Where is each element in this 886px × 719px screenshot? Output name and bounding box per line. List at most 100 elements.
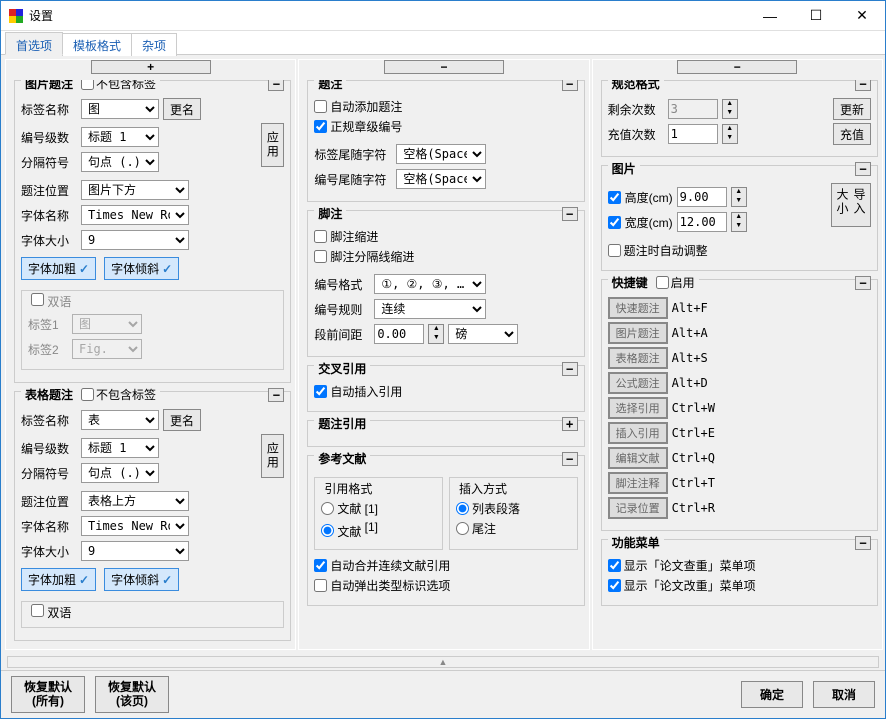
footer: 恢复默认(所有) 恢复默认(该页) 确定 取消 <box>1 670 885 718</box>
col3-body[interactable]: 规范格式− 剩余次数 ▲▼ 更新 充值次数 ▲▼ 充值 图片− 高度(cm) <box>593 80 882 649</box>
sel-tbl-pos[interactable]: 表格上方 <box>81 491 189 511</box>
collapse-button[interactable]: − <box>855 276 871 290</box>
tab-preferences[interactable]: 首选项 <box>5 32 63 55</box>
collapse-button[interactable]: − <box>562 207 578 221</box>
num-recharge[interactable] <box>668 124 718 144</box>
sel-tbl-numlevel[interactable]: 标题 1 <box>81 438 159 458</box>
group-references: 参考文献− 引用格式 文献 [1] 文献 [1] 插入方式 列表段落 尾注 自动… <box>307 455 584 606</box>
col2-body[interactable]: 题注− 自动添加题注 正规章级编号 标签尾随字符空格(Space 编号尾随字符空… <box>299 80 588 649</box>
col1-body[interactable]: 图片题注 不包含标签 − 标签名称 图 更名 编号级数标题 1 分隔符号句点 (… <box>6 80 295 649</box>
sel-img-numlevel[interactable]: 标题 1 <box>81 127 159 147</box>
sel-fn-rule[interactable]: 连续 <box>374 299 486 319</box>
hk-btn-9[interactable]: 记录位置 <box>608 497 668 519</box>
btn-update[interactable]: 更新 <box>833 98 871 120</box>
col3-collapse-button[interactable]: − <box>677 60 797 74</box>
collapse-button[interactable]: − <box>855 162 871 176</box>
collapse-button[interactable]: − <box>562 452 578 466</box>
hk-btn-4[interactable]: 公式题注 <box>608 372 668 394</box>
btn-rename-tbl[interactable]: 更名 <box>163 409 201 431</box>
chk-enable-hotkeys[interactable] <box>656 276 669 289</box>
tab-template[interactable]: 模板格式 <box>62 33 132 56</box>
col2-collapse-button[interactable]: − <box>384 60 504 74</box>
collapse-button[interactable]: − <box>562 362 578 376</box>
collapse-button[interactable]: − <box>855 536 871 550</box>
sel-img-font[interactable]: Times New Roma <box>81 205 189 225</box>
chk-regular-num[interactable] <box>314 120 327 133</box>
group-format: 规范格式− 剩余次数 ▲▼ 更新 充值次数 ▲▼ 充值 <box>601 80 878 157</box>
sel-fn-format[interactable]: ①, ②, ③, … <box>374 274 486 294</box>
toggle-tbl-italic[interactable]: 字体倾斜✓ <box>104 568 179 591</box>
hk-btn-3[interactable]: 表格题注 <box>608 347 668 369</box>
sel-fn-unit[interactable]: 磅 <box>448 324 518 344</box>
radio-cite-super[interactable] <box>321 524 334 537</box>
resize-handle[interactable]: ▲ <box>7 656 879 668</box>
chk-bilingual-tbl[interactable] <box>31 604 44 617</box>
btn-apply-tbl[interactable]: 应用 <box>261 434 284 478</box>
chk-menu1[interactable] <box>608 559 621 572</box>
hk-btn-5[interactable]: 选择引用 <box>608 397 668 419</box>
chk-auto-add[interactable] <box>314 100 327 113</box>
btn-cancel[interactable]: 取消 <box>813 681 875 708</box>
btn-apply-img[interactable]: 应用 <box>261 123 284 167</box>
sel-img-sep[interactable]: 句点 (.) <box>81 152 159 172</box>
num-height[interactable] <box>677 187 727 207</box>
num-fn-space[interactable] <box>374 324 424 344</box>
toggle-img-italic[interactable]: 字体倾斜✓ <box>104 257 179 280</box>
collapse-button[interactable]: − <box>855 80 871 91</box>
sel-img-label[interactable]: 图 <box>81 99 159 119</box>
sel-img-fontsize[interactable]: 9 <box>81 230 189 250</box>
btn-import-size[interactable]: 导入大小 <box>831 183 871 227</box>
chk-bilingual-img[interactable] <box>31 293 44 306</box>
chk-menu2[interactable] <box>608 579 621 592</box>
window-title: 设置 <box>29 7 747 24</box>
sel-number-trail[interactable]: 空格(Space <box>396 169 486 189</box>
spin-height[interactable]: ▲▼ <box>731 187 747 207</box>
radio-endnote[interactable] <box>456 522 469 535</box>
spin-fn-space[interactable]: ▲▼ <box>428 324 444 344</box>
collapse-button[interactable]: − <box>562 80 578 91</box>
chk-width[interactable] <box>608 216 621 229</box>
hk-btn-1[interactable]: 快速题注 <box>608 297 668 319</box>
sel-label-trail[interactable]: 空格(Space <box>396 144 486 164</box>
chk-no-label-img[interactable] <box>81 80 94 90</box>
group-caption-ref: 题注引用+ <box>307 420 584 447</box>
sel-tbl-label[interactable]: 表 <box>81 410 159 430</box>
chk-height[interactable] <box>608 191 621 204</box>
spin-remain: ▲▼ <box>722 99 738 119</box>
col1-expand-button[interactable]: + <box>91 60 211 74</box>
btn-rename-img[interactable]: 更名 <box>163 98 201 120</box>
toggle-img-bold[interactable]: 字体加粗✓ <box>21 257 96 280</box>
chk-auto-merge[interactable] <box>314 559 327 572</box>
maximize-button[interactable]: ☐ <box>793 1 839 31</box>
btn-restore-all[interactable]: 恢复默认(所有) <box>11 676 85 714</box>
close-button[interactable]: ✕ <box>839 1 885 31</box>
chk-auto-popup[interactable] <box>314 579 327 592</box>
btn-restore-page[interactable]: 恢复默认(该页) <box>95 676 169 714</box>
radio-cite-bracket[interactable] <box>321 502 334 515</box>
collapse-button[interactable]: − <box>268 80 284 91</box>
tab-misc[interactable]: 杂项 <box>131 33 177 56</box>
chk-fn-indent[interactable] <box>314 230 327 243</box>
collapse-button[interactable]: − <box>268 388 284 402</box>
chk-auto-adjust[interactable] <box>608 244 621 257</box>
expand-button[interactable]: + <box>562 417 578 431</box>
sel-img-pos[interactable]: 图片下方 <box>81 180 189 200</box>
sel-tbl-font[interactable]: Times New Roma <box>81 516 189 536</box>
sel-tbl-sep[interactable]: 句点 (.) <box>81 463 159 483</box>
hk-btn-8[interactable]: 脚注注释 <box>608 472 668 494</box>
hk-btn-2[interactable]: 图片题注 <box>608 322 668 344</box>
spin-recharge[interactable]: ▲▼ <box>722 124 738 144</box>
toggle-tbl-bold[interactable]: 字体加粗✓ <box>21 568 96 591</box>
sel-tbl-fontsize[interactable]: 9 <box>81 541 189 561</box>
hk-btn-6[interactable]: 插入引用 <box>608 422 668 444</box>
num-width[interactable] <box>677 212 727 232</box>
btn-recharge[interactable]: 充值 <box>833 123 871 145</box>
chk-fn-sep-indent[interactable] <box>314 250 327 263</box>
minimize-button[interactable]: — <box>747 1 793 31</box>
chk-no-label-tbl[interactable] <box>81 388 94 401</box>
spin-width[interactable]: ▲▼ <box>731 212 747 232</box>
radio-list-para[interactable] <box>456 502 469 515</box>
chk-auto-insert-ref[interactable] <box>314 385 327 398</box>
hk-btn-7[interactable]: 编辑文献 <box>608 447 668 469</box>
btn-ok[interactable]: 确定 <box>741 681 803 708</box>
